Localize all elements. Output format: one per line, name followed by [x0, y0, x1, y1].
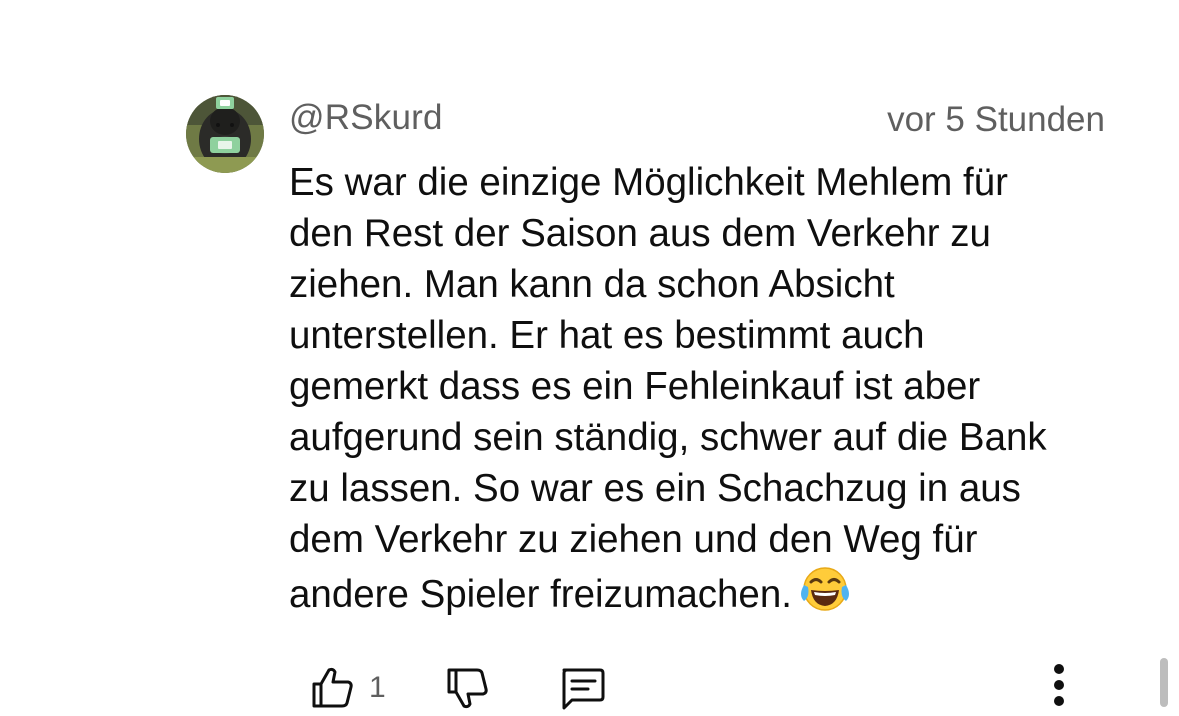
comment-author[interactable]: @RSkurd — [289, 98, 443, 138]
comment-line: aufgerund sein ständig, schwer auf die B… — [289, 416, 1047, 459]
tears-of-joy-emoji-icon — [800, 565, 850, 628]
comment-line: den Rest der Saison aus dem Verkehr zu — [289, 212, 991, 255]
comment-timestamp: vor 5 Stunden — [887, 100, 1105, 139]
comment-icon[interactable] — [558, 667, 606, 716]
comment-line-last: andere Spieler freizumachen. — [289, 565, 1129, 628]
comment-body: Es war die einzige Möglichkeit Mehlem fü… — [289, 157, 1129, 628]
comment-line: ziehen. Man kann da schon Absicht — [289, 263, 895, 306]
comment-line: gemerkt dass es ein Fehleinkauf ist aber — [289, 365, 981, 408]
comment-line: unterstellen. Er hat es bestimmt auch — [289, 314, 925, 357]
comment-actions: 1 — [0, 655, 1179, 710]
like-count: 1 — [369, 671, 386, 704]
comment-line: andere Spieler freizumachen. — [289, 573, 792, 616]
comment-line: dem Verkehr zu ziehen und den Weg für — [289, 518, 978, 561]
comment-line: zu lassen. So war es ein Schachzug in au… — [289, 467, 1021, 510]
scrollbar[interactable] — [1160, 658, 1168, 707]
avatar[interactable] — [186, 95, 264, 173]
comment-line: Es war die einzige Möglichkeit Mehlem fü… — [289, 161, 1008, 204]
dog-avatar-image — [186, 95, 264, 173]
thumbs-down-icon[interactable] — [446, 667, 490, 716]
more-vertical-icon[interactable] — [1049, 663, 1069, 712]
comment-card: @RSkurd vor 5 Stunden Es war die einzige… — [0, 0, 1179, 710]
